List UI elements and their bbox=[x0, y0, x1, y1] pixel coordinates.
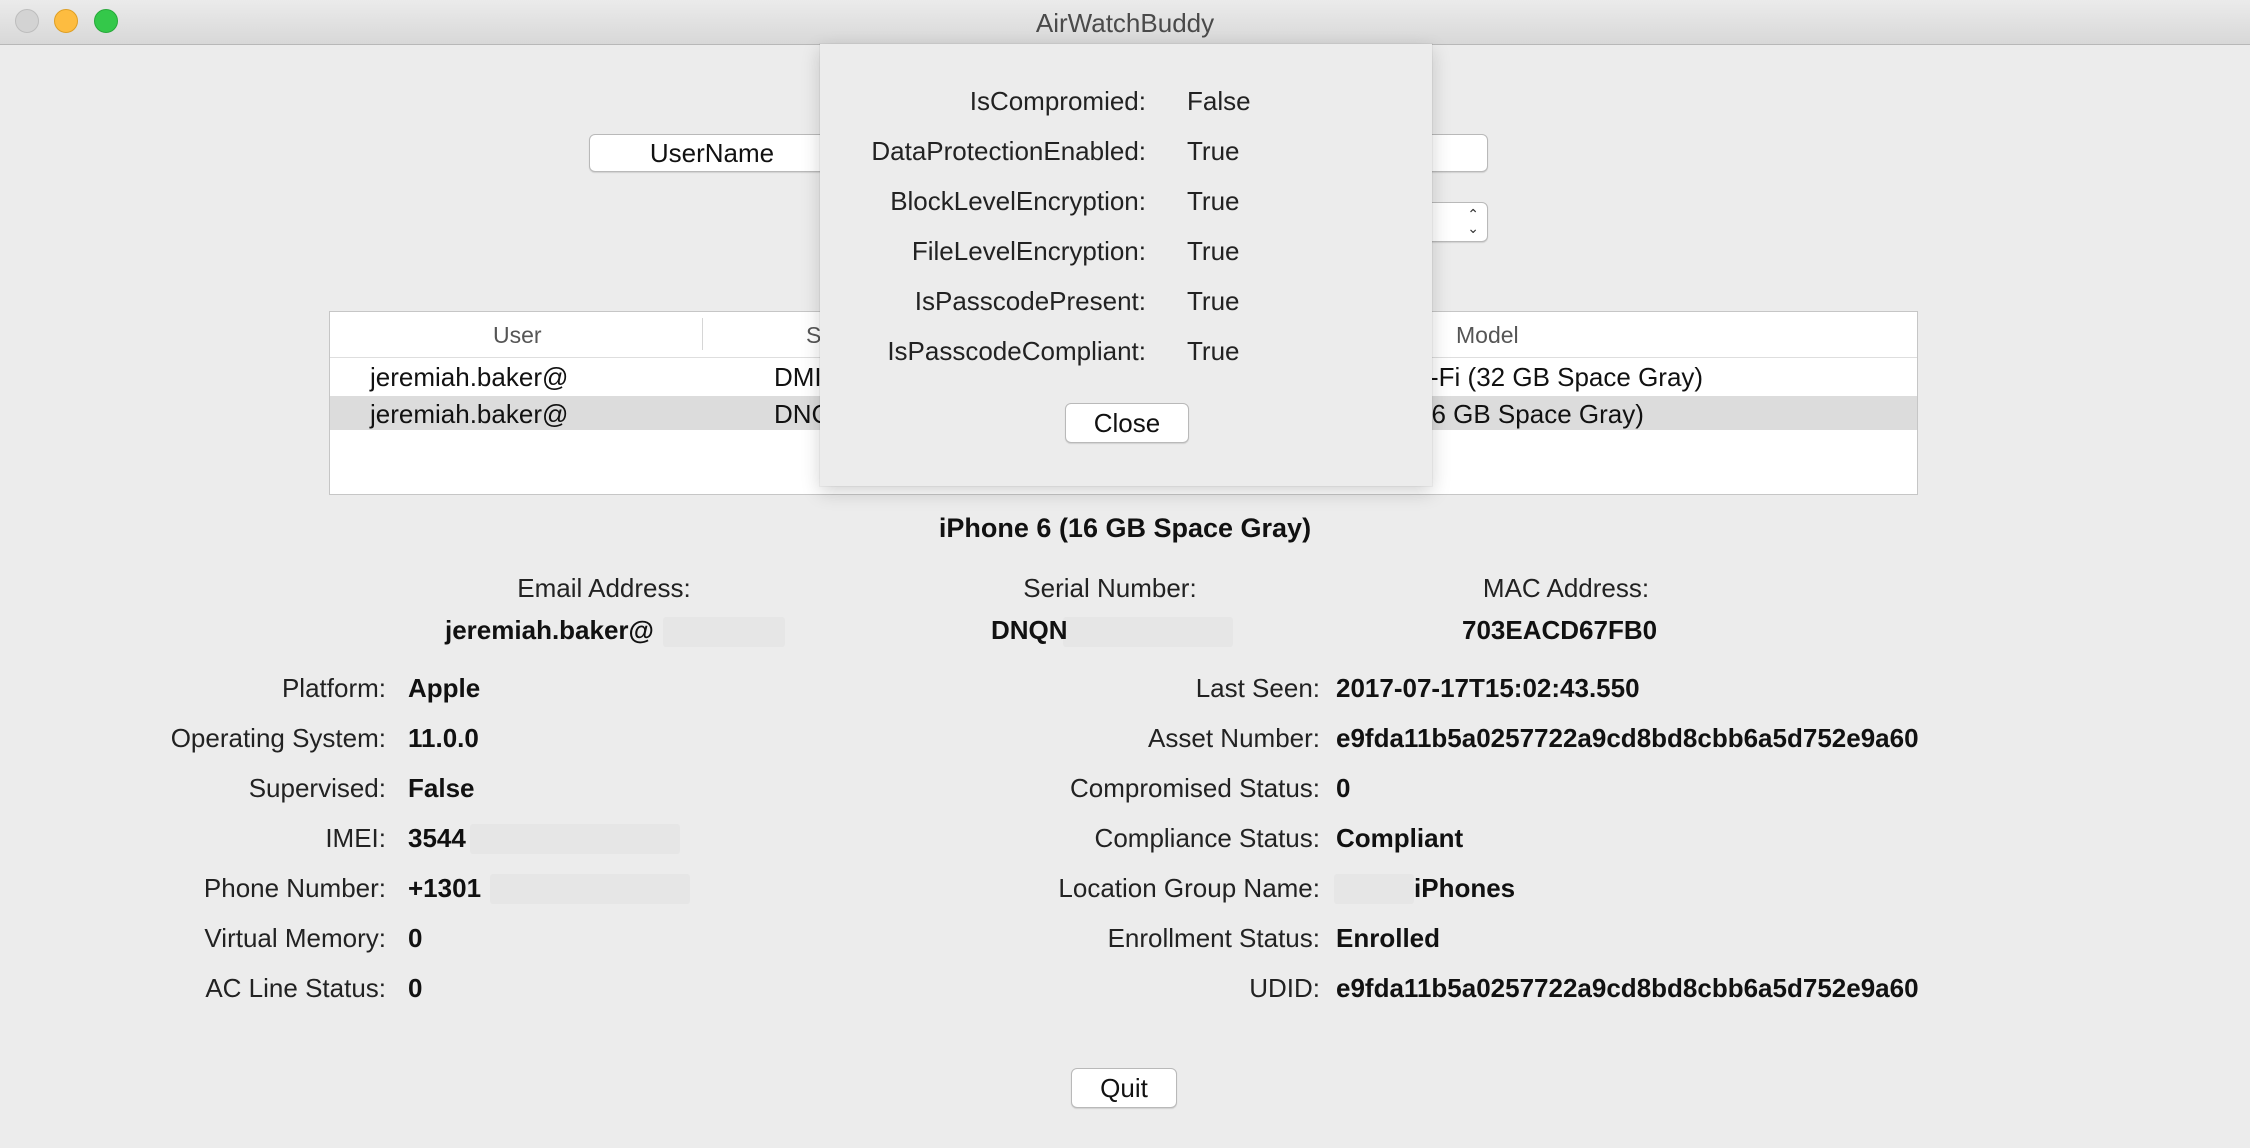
chevron-updown-icon: ⌃ ⌄ bbox=[1467, 206, 1479, 236]
passcode-present-label: IsPasscodePresent: bbox=[914, 286, 1146, 316]
is-compromised-value: False bbox=[1187, 86, 1251, 116]
passcode-compliant-label: IsPasscodeCompliant: bbox=[887, 336, 1146, 366]
column-header-model[interactable]: Model bbox=[1456, 322, 1519, 349]
cell-model: 16 GB Space Gray) bbox=[1417, 399, 1644, 429]
cell-serial: DMI bbox=[774, 362, 822, 392]
email-value: jeremiah.baker@ bbox=[445, 615, 654, 645]
sheet-row: DataProtectionEnabled: True bbox=[820, 136, 1432, 170]
block-level-encryption-label: BlockLevelEncryption: bbox=[890, 186, 1146, 216]
compromised-status-label: Compromised Status: bbox=[1070, 773, 1320, 803]
title-bar: AirWatchBuddy bbox=[0, 0, 2250, 45]
imei-value: 3544 bbox=[408, 823, 466, 853]
sheet-row: IsCompromied: False bbox=[820, 86, 1432, 120]
cell-user: jeremiah.baker@ bbox=[370, 362, 569, 392]
asset-number-label: Asset Number: bbox=[1148, 723, 1320, 753]
is-compromised-label: IsCompromied: bbox=[969, 86, 1146, 116]
compliance-status-value: Compliant bbox=[1336, 823, 1464, 853]
serial-number-label: Serial Number: bbox=[1023, 573, 1197, 603]
os-label: Operating System: bbox=[170, 723, 386, 753]
sheet-row: IsPasscodeCompliant: True bbox=[820, 336, 1432, 370]
file-level-encryption-label: FileLevelEncryption: bbox=[911, 236, 1146, 266]
mac-address-label: MAC Address: bbox=[1482, 573, 1650, 603]
redacted-area bbox=[470, 824, 680, 854]
passcode-present-value: True bbox=[1187, 286, 1240, 316]
device-title: iPhone 6 (16 GB Space Gray) bbox=[938, 513, 1312, 543]
enrollment-status-value: Enrolled bbox=[1336, 923, 1441, 953]
last-seen-value: 2017-07-17T15:02:43.550 bbox=[1336, 673, 1640, 703]
data-protection-label: DataProtectionEnabled: bbox=[871, 136, 1146, 166]
column-header-user[interactable]: User bbox=[493, 322, 542, 349]
redacted-area bbox=[1334, 874, 1414, 904]
app-window: AirWatchBuddy UserName ch ⌃⌄ User S Mode… bbox=[0, 0, 2250, 1148]
supervised-label: Supervised: bbox=[248, 773, 386, 803]
security-details-sheet: IsCompromied: False DataProtectionEnable… bbox=[820, 44, 1432, 486]
udid-label: UDID: bbox=[1249, 973, 1320, 1003]
location-group-label: Location Group Name: bbox=[1058, 873, 1320, 903]
close-button[interactable]: Close bbox=[1065, 403, 1189, 443]
serial-number-value: DNQN bbox=[991, 615, 1068, 645]
cell-model: /i-Fi (32 GB Space Gray) bbox=[1417, 362, 1704, 392]
cell-user: jeremiah.baker@ bbox=[370, 399, 569, 429]
data-protection-value: True bbox=[1187, 136, 1240, 166]
column-divider bbox=[702, 318, 703, 350]
mac-address-value: 703EACD67FB0 bbox=[1462, 615, 1658, 645]
redacted-area bbox=[490, 874, 690, 904]
virtual-memory-value: 0 bbox=[408, 923, 423, 953]
compliance-status-label: Compliance Status: bbox=[1094, 823, 1320, 853]
compromised-status-value: 0 bbox=[1336, 773, 1351, 803]
ac-line-status-label: AC Line Status: bbox=[205, 973, 386, 1003]
location-group-value: iPhones bbox=[1414, 873, 1516, 903]
quit-button[interactable]: Quit bbox=[1071, 1068, 1177, 1108]
passcode-compliant-value: True bbox=[1187, 336, 1240, 366]
sheet-row: BlockLevelEncryption: True bbox=[820, 186, 1432, 220]
ac-line-status-value: 0 bbox=[408, 973, 423, 1003]
redacted-area bbox=[663, 617, 785, 647]
platform-value: Apple bbox=[408, 673, 481, 703]
search-field-button[interactable]: UserName bbox=[589, 134, 835, 172]
enrollment-status-label: Enrollment Status: bbox=[1107, 923, 1320, 953]
asset-number-value: e9fda11b5a0257722a9cd8bd8cbb6a5d752e9a60 bbox=[1336, 723, 1919, 753]
sheet-row: FileLevelEncryption: True bbox=[820, 236, 1432, 270]
block-level-encryption-value: True bbox=[1187, 186, 1240, 216]
phone-number-value: +1301 bbox=[408, 873, 482, 903]
supervised-value: False bbox=[408, 773, 475, 803]
os-value: 11.0.0 bbox=[408, 723, 479, 753]
udid-value: e9fda11b5a0257722a9cd8bd8cbb6a5d752e9a60 bbox=[1336, 973, 1919, 1003]
sheet-row: IsPasscodePresent: True bbox=[820, 286, 1432, 320]
window-title: AirWatchBuddy bbox=[1035, 8, 1215, 38]
file-level-encryption-value: True bbox=[1187, 236, 1240, 266]
phone-number-label: Phone Number: bbox=[203, 873, 386, 903]
imei-label: IMEI: bbox=[325, 823, 386, 853]
email-label: Email Address: bbox=[517, 573, 691, 603]
platform-label: Platform: bbox=[281, 673, 386, 703]
last-seen-label: Last Seen: bbox=[1195, 673, 1320, 703]
virtual-memory-label: Virtual Memory: bbox=[204, 923, 386, 953]
